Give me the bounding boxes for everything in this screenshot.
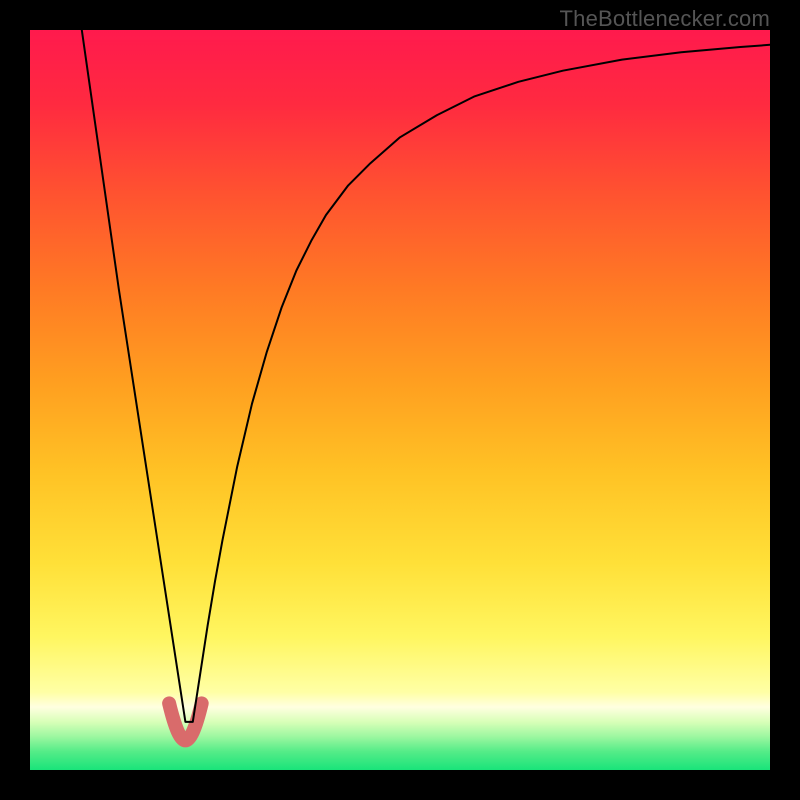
- curve-layer: [30, 30, 770, 770]
- watermark-text: TheBottlenecker.com: [560, 6, 770, 32]
- chart-frame: TheBottlenecker.com: [0, 0, 800, 800]
- plot-area: [30, 30, 770, 770]
- bottleneck-curve: [82, 30, 770, 722]
